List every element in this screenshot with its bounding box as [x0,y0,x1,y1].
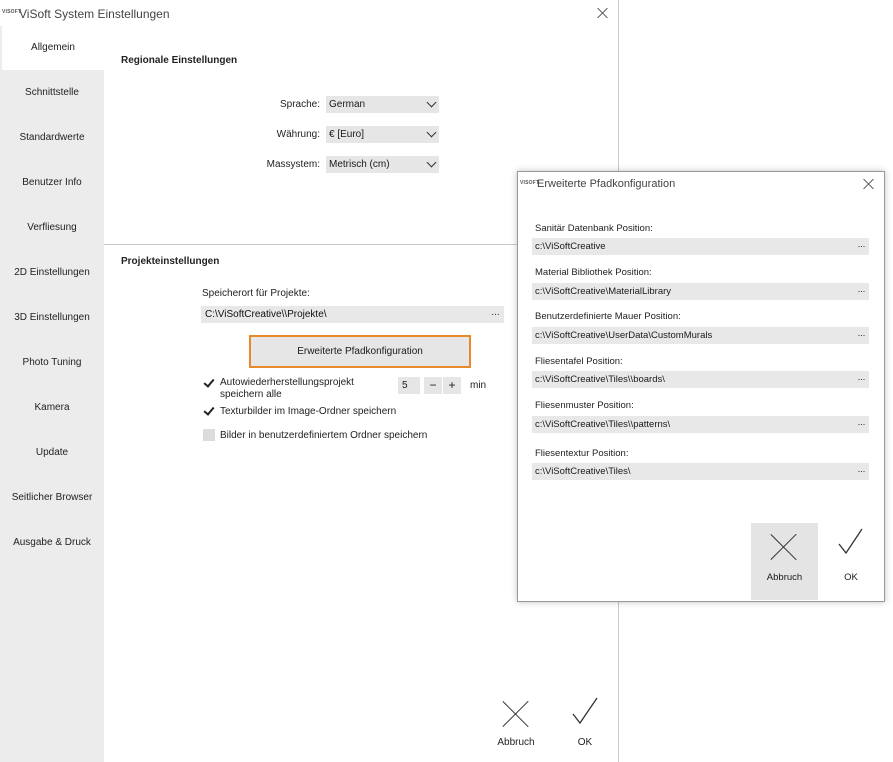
cancel-label: Abbruch [497,737,535,748]
tile-patterns-label: Fliesenmuster Position: [535,400,634,411]
close-icon[interactable] [861,176,877,192]
tile-texture-browse-button[interactable]: ... [854,463,869,480]
language-label: Sprache: [279,99,320,110]
sidebar-item-standardwerte[interactable]: Standardwerte [0,116,104,160]
dialog-ok-label: OK [844,572,858,583]
close-icon [770,533,794,557]
title-bar: VISOFT ViSoft System Einstellungen [0,0,619,26]
custom-murals-browse-button[interactable]: ... [854,327,869,344]
language-value: German [329,99,366,110]
project-location-label: Speicherort für Projekte: [202,288,310,299]
dialog-title: Erweiterte Pfadkonfiguration [537,178,676,190]
sidebar-item-verfliesung[interactable]: Verfliesung [0,206,104,250]
close-icon[interactable] [595,5,611,21]
tile-boards-label: Fliesentafel Position: [535,356,623,367]
sidebar-item-seitlicher-browser[interactable]: Seitlicher Browser [0,476,104,520]
custom-murals-label: Benutzerdefinierte Mauer Position: [535,311,681,322]
dialog-ok-button[interactable]: OK [823,523,879,600]
ok-label: OK [577,737,593,748]
sidebar-item-photo-tuning[interactable]: Photo Tuning [0,341,104,385]
advanced-path-dialog: VISOFT Erweiterte Pfadkonfiguration Sani… [517,171,885,602]
chevron-down-icon [426,157,437,168]
sanitary-db-label: Sanitär Datenbank Position: [535,223,653,234]
unit-system-value: Metrisch (cm) [329,159,390,170]
decrement-button[interactable]: − [424,377,442,394]
cancel-button[interactable]: Abbruch [488,694,544,758]
interval-unit: min [470,380,487,391]
autosave-label-line2: speichern alle [220,389,282,400]
increment-button[interactable]: + [443,377,461,394]
tile-boards-browse-button[interactable]: ... [854,371,869,388]
sidebar-item-update[interactable]: Update [0,431,104,475]
window-title: ViSoft System Einstellungen [19,7,170,21]
autosave-label: Autowiederherstellungsprojekt speichern … [220,377,354,401]
texture-checkbox[interactable] [203,405,215,417]
tile-patterns-browse-button[interactable]: ... [854,416,869,433]
tile-texture-input[interactable]: c:\ViSoftCreative\Tiles\ [532,463,854,480]
regional-settings-title: Regionale Einstellungen [121,55,238,66]
sidebar-item-2d-einstellungen[interactable]: 2D Einstellungen [0,251,104,295]
tile-patterns-input[interactable]: c:\ViSoftCreative\Tiles\\patterns\ [532,416,854,433]
autosave-interval-input[interactable]: 5 [398,377,420,394]
dialog-cancel-button[interactable]: Abbruch [751,523,818,600]
sidebar-item-schnittstelle[interactable]: Schnittstelle [0,71,104,115]
material-library-browse-button[interactable]: ... [854,283,869,300]
texture-label: Texturbilder im Image-Ordner speichern [220,406,397,417]
custom-folder-label: Bilder in benutzerdefiniertem Ordner spe… [220,430,428,441]
browse-button[interactable]: ... [487,306,504,323]
material-library-input[interactable]: c:\ViSoftCreative\MaterialLibrary [532,283,854,300]
sanitary-db-browse-button[interactable]: ... [854,238,869,255]
advanced-path-config-button[interactable]: Erweiterte Pfadkonfiguration [249,335,471,368]
tile-boards-input[interactable]: c:\ViSoftCreative\Tiles\\boards\ [532,371,854,388]
autosave-label-line1: Autowiederherstellungsprojekt [220,377,354,388]
chevron-down-icon [426,97,437,108]
chevron-down-icon [426,127,437,138]
checkmark-icon [572,697,598,725]
ok-button[interactable]: OK [557,694,613,758]
sanitary-db-input[interactable]: c:\ViSoftCreative [532,238,854,255]
sidebar-item-ausgabe-druck[interactable]: Ausgabe & Druck [0,521,104,565]
unit-system-label: Massystem: [266,159,320,170]
custom-murals-input[interactable]: c:\ViSoftCreative\UserData\CustomMurals [532,327,854,344]
sidebar-item-allgemein[interactable]: Allgemein [0,26,104,70]
close-icon [502,700,530,728]
currency-select[interactable]: € [Euro] [326,126,439,143]
sidebar-item-kamera[interactable]: Kamera [0,386,104,430]
language-select[interactable]: German [326,96,439,113]
project-settings-title: Projekteinstellungen [121,256,220,267]
sidebar-item-3d-einstellungen[interactable]: 3D Einstellungen [0,296,104,340]
material-library-label: Material Bibliothek Position: [535,267,652,278]
autosave-checkbox[interactable] [203,377,215,389]
dialog-cancel-label: Abbruch [766,572,803,583]
custom-folder-checkbox[interactable] [203,429,215,441]
currency-value: € [Euro] [329,129,365,140]
project-location-input[interactable]: C:\ViSoftCreative\\Projekte\ [201,306,487,323]
sidebar-item-benutzer-info[interactable]: Benutzer Info [0,161,104,205]
sidebar: Allgemein Schnittstelle Standardwerte Be… [0,26,104,762]
unit-system-select[interactable]: Metrisch (cm) [326,156,439,173]
checkmark-icon [838,528,863,555]
currency-label: Währung: [276,129,320,140]
tile-texture-label: Fliesentextur Position: [535,448,629,459]
